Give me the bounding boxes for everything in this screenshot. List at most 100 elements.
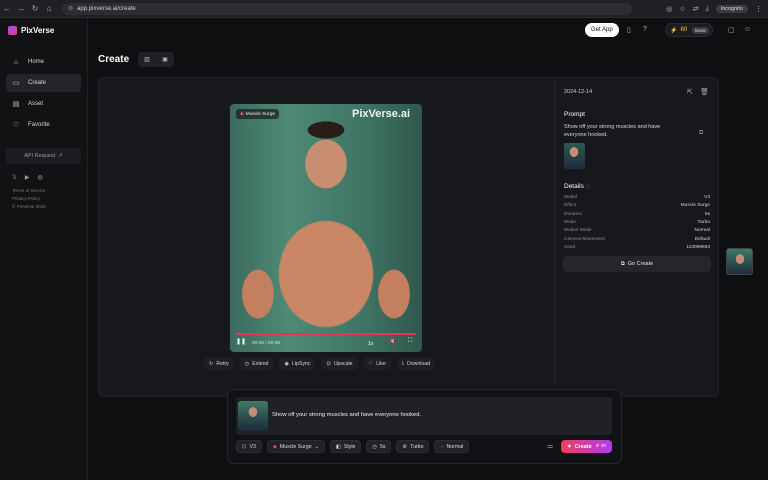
style-select[interactable]: ◧ Style xyxy=(329,440,362,453)
fullscreen-icon[interactable]: ⛶ xyxy=(408,338,412,345)
motion-label: Normal xyxy=(446,443,464,450)
like-button[interactable]: ♡ Like xyxy=(363,357,391,370)
like-label: Like xyxy=(376,360,386,367)
home-browser-icon[interactable]: ⌂ xyxy=(42,4,56,13)
terms-link[interactable]: Terms of Service xyxy=(12,187,75,195)
pause-icon[interactable]: ❚❚ xyxy=(236,338,246,345)
credits-badge[interactable]: ⚡ 60 Basic xyxy=(665,23,713,37)
history-thumbnail[interactable] xyxy=(726,248,753,275)
translate-icon[interactable]: ⇄ xyxy=(693,5,699,13)
go-create-button[interactable]: ⧉ Go Create xyxy=(563,256,711,272)
page-title: Create xyxy=(98,54,130,65)
speed-button[interactable]: 1x xyxy=(368,341,373,347)
generation-options: ⬡ V3 ◆ Muscle Surge ⌄ ◧ Style ◷ 5s ⚙ Turbo ◌ No… xyxy=(236,440,470,453)
model-icon: ⬡ xyxy=(242,443,247,450)
address-bar[interactable]: ⊜ app.pixverse.ai/create xyxy=(62,2,632,15)
upscale-label: Upscale xyxy=(333,360,353,367)
sidebar-item-label: Asset xyxy=(28,101,44,107)
lipsync-label: LipSync xyxy=(291,360,311,367)
chevron-down-icon: ⌄ xyxy=(314,443,319,450)
folder-icon: ▤ xyxy=(12,101,20,108)
detail-key: Effect xyxy=(564,203,577,209)
back-icon[interactable]: ← xyxy=(0,4,14,13)
incognito-badge[interactable]: Incognito xyxy=(715,4,748,13)
sidebar-item-home[interactable]: ⌂ Home xyxy=(6,53,81,71)
prompt-input-text: Show off your strong muscles and have ev… xyxy=(272,412,422,418)
sidebar-item-label: Create xyxy=(28,80,47,86)
duration-select[interactable]: ◷ 5s xyxy=(366,440,392,453)
x-icon[interactable]: 𝕏 xyxy=(12,174,17,181)
sidebar-nav: ⌂ Home ▭ Create ▤ Asset ♡ Favorite xyxy=(0,53,87,134)
mode-select[interactable]: ⚙ Turbo xyxy=(396,440,430,453)
url-text: app.pixverse.ai/create xyxy=(77,5,136,12)
uploaded-image-thumbnail[interactable] xyxy=(238,401,268,431)
retry-button[interactable]: ↻ Retry xyxy=(204,357,234,370)
detail-key: Motion Mode xyxy=(564,228,592,234)
sidebar-item-asset[interactable]: ▤ Asset xyxy=(6,95,81,113)
source-image-thumbnail[interactable] xyxy=(564,143,585,169)
detail-row: Model V3 xyxy=(564,195,710,200)
user-icon[interactable]: ☺ xyxy=(744,26,751,33)
book-icon[interactable]: ▯ xyxy=(627,26,631,34)
turbo-icon: ⚙ xyxy=(402,443,408,450)
star-icon[interactable]: ☆ xyxy=(679,5,685,13)
discord-icon[interactable]: ◍ xyxy=(37,174,42,181)
upscale-button[interactable]: ⊡ Upscale xyxy=(321,357,358,370)
eye-off-icon[interactable]: ◎ xyxy=(666,5,672,13)
create-button[interactable]: ✦ Create ⚡30 xyxy=(561,440,612,453)
credits-count: 60 xyxy=(680,27,688,33)
create-cost: ⚡30 xyxy=(594,444,607,449)
forward-icon[interactable]: → xyxy=(14,4,28,13)
brand-logo[interactable]: PixVerse xyxy=(0,18,87,43)
extend-label: Extend xyxy=(252,360,269,367)
heart-icon: ♡ xyxy=(12,122,20,129)
api-request-button[interactable]: API Request ↗ xyxy=(6,148,81,164)
copy-icon[interactable]: ⧉ xyxy=(699,130,703,137)
privacy-link[interactable]: Privacy Policy xyxy=(12,195,75,203)
single-view-icon[interactable]: ▣ xyxy=(162,56,168,63)
detail-row: Seed 110096693 xyxy=(564,245,710,250)
detail-value: 110096693 xyxy=(686,244,710,250)
detail-key: Duration xyxy=(564,211,583,217)
help-icon[interactable]: ? xyxy=(643,26,647,33)
detail-key: Camera Movement xyxy=(564,236,605,242)
menu-icon[interactable]: ⋮ xyxy=(755,5,762,13)
sidebar-footer: Terms of Service Privacy Policy © PixVer… xyxy=(0,187,87,211)
trash-icon[interactable]: 🗑 xyxy=(700,88,709,96)
download-browser-icon[interactable]: ⤓ xyxy=(706,5,709,13)
effect-select[interactable]: ◆ Muscle Surge ⌄ xyxy=(266,440,325,453)
effect-icon: ◆ xyxy=(240,111,244,117)
get-app-button[interactable]: Get App xyxy=(585,23,619,37)
model-label: V3 xyxy=(249,443,256,450)
detail-row: Mode Turbo xyxy=(564,220,710,225)
view-toggle[interactable]: ▥ ▣ xyxy=(138,52,174,67)
create-label: Create xyxy=(574,443,592,450)
site-info-icon[interactable]: ⊜ xyxy=(68,5,73,12)
grid-view-icon[interactable]: ▥ xyxy=(144,56,150,63)
message-icon[interactable]: ▢ xyxy=(728,26,735,34)
motion-icon: ◌ xyxy=(440,443,444,450)
api-request-label: API Request xyxy=(24,153,56,159)
download-button[interactable]: ⤓ Download xyxy=(396,357,436,370)
style-icon: ◧ xyxy=(335,443,341,450)
mute-icon[interactable]: 🔇 xyxy=(389,338,396,345)
prompt-text: Show off your strong muscles and have ev… xyxy=(564,124,661,138)
detail-key: Seed xyxy=(564,244,576,250)
download-icon: ⤓ xyxy=(401,360,405,366)
model-select[interactable]: ⬡ V3 xyxy=(236,440,262,453)
logo-icon xyxy=(8,26,17,35)
reload-icon[interactable]: ↻ xyxy=(28,4,42,13)
share-icon[interactable]: ⇱ xyxy=(687,88,693,96)
sidebar-item-favorite[interactable]: ♡ Favorite xyxy=(6,116,81,134)
lipsync-button[interactable]: ◉ LipSync xyxy=(279,357,316,370)
extend-button[interactable]: ◷ Extend xyxy=(239,357,274,370)
effect-badge-label: Muscle Surge xyxy=(245,111,276,117)
watermark: PixVerse.ai xyxy=(352,108,411,120)
sidebar-item-create[interactable]: ▭ Create xyxy=(6,74,81,92)
youtube-icon[interactable]: ▶ xyxy=(25,174,30,181)
go-create-icon: ⧉ xyxy=(620,260,625,267)
motion-select[interactable]: ◌ Normal xyxy=(434,440,470,453)
video-player[interactable] xyxy=(230,104,422,352)
settings-sliders-icon[interactable]: ⚌ xyxy=(547,442,553,450)
video-progress[interactable] xyxy=(236,333,416,335)
